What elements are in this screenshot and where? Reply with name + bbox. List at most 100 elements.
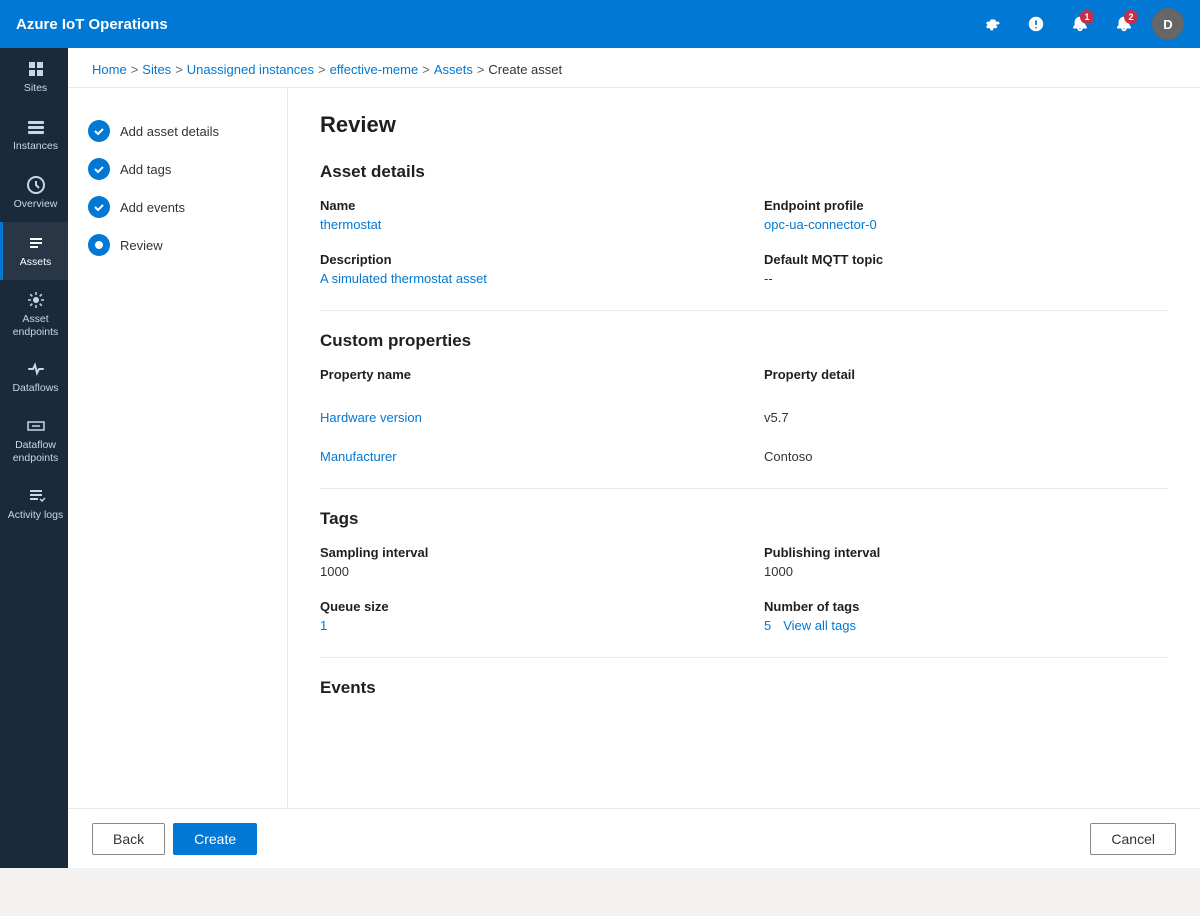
hardware-version-detail: v5.7 [764,410,1168,425]
publishing-interval-field: Publishing interval 1000 [764,545,1168,579]
sidebar-label-sites: Sites [24,82,47,95]
property-detail-col-header: Property detail [764,367,1168,382]
breadcrumb-home[interactable]: Home [92,62,127,77]
endpoint-profile-label: Endpoint profile [764,198,1168,213]
custom-property-row-1: Hardware version v5.7 [320,410,1168,425]
breadcrumb-sep-2: > [175,62,183,77]
breadcrumb-unassigned[interactable]: Unassigned instances [187,62,314,77]
property-name-col-header: Property name [320,367,724,382]
endpoint-profile-value: opc-ua-connector-0 [764,217,1168,232]
hardware-version-name: Hardware version [320,410,724,425]
topbar: Azure IoT Operations 1 2 D [0,0,1200,48]
publishing-interval-label: Publishing interval [764,545,1168,560]
breadcrumb-sep-1: > [131,62,139,77]
sidebar-label-activity-logs: Activity logs [8,509,63,522]
topbar-icons: 1 2 D [976,8,1184,40]
sidebar-item-assets[interactable]: Assets [0,222,68,280]
view-all-tags-link[interactable]: View all tags [783,618,856,633]
step-label-3: Add events [120,200,185,215]
app-title: Azure IoT Operations [16,16,976,33]
sidebar-item-sites[interactable]: Sites [0,48,68,106]
breadcrumb-sep-5: > [477,62,485,77]
tags-section-title: Tags [320,509,1168,529]
sidebar-item-dataflows[interactable]: Dataflows [0,348,68,406]
sidebar-item-activity-logs[interactable]: Activity logs [0,474,68,532]
breadcrumb-sep-4: > [422,62,430,77]
sidebar-label-assets: Assets [20,256,52,269]
breadcrumb-sites[interactable]: Sites [142,62,171,77]
name-value: thermostat [320,217,724,232]
queue-size-value: 1 [320,618,724,633]
breadcrumb-effective-meme[interactable]: effective-meme [330,62,419,77]
number-of-tags-row: 5 View all tags [764,618,1168,633]
mqtt-topic-field: Default MQTT topic -- [764,252,1168,286]
avatar[interactable]: D [1152,8,1184,40]
sidebar-label-instances: Instances [13,140,58,153]
back-button[interactable]: Back [92,823,165,855]
wizard-step-review[interactable]: Review [84,226,271,264]
custom-properties-section-title: Custom properties [320,331,1168,351]
create-button[interactable]: Create [173,823,257,855]
wizard-step-add-asset-details[interactable]: Add asset details [84,112,271,150]
main-wrapper: Home > Sites > Unassigned instances > ef… [68,48,1200,868]
footer: Back Create Cancel [68,808,1200,868]
sampling-interval-field: Sampling interval 1000 [320,545,724,579]
queue-size-field: Queue size 1 [320,599,724,633]
settings-button[interactable] [976,8,1008,40]
number-of-tags-value: 5 [764,618,771,633]
sidebar-label-asset-endpoints: Asset endpoints [7,313,64,338]
wizard-sidebar: Add asset details Add tags Add events Re… [68,88,288,868]
sidebar-label-overview: Overview [14,198,58,211]
notification1-badge: 1 [1080,10,1094,24]
description-value: A simulated thermostat asset [320,271,724,286]
sidebar-item-overview[interactable]: Overview [0,164,68,222]
asset-details-section-title: Asset details [320,162,1168,182]
sidebar-label-dataflows: Dataflows [12,382,58,395]
queue-size-label: Queue size [320,599,724,614]
review-title: Review [320,112,1168,138]
help-button[interactable] [1020,8,1052,40]
mqtt-topic-value: -- [764,271,1168,286]
custom-property-row-2: Manufacturer Contoso [320,449,1168,464]
breadcrumb-current: Create asset [488,62,562,77]
manufacturer-detail: Contoso [764,449,1168,464]
publishing-interval-value: 1000 [764,564,1168,579]
tags-grid: Sampling interval 1000 Publishing interv… [320,545,1168,633]
breadcrumb-sep-3: > [318,62,326,77]
manufacturer-name: Manufacturer [320,449,724,464]
review-panel: Review Asset details Name thermostat End… [288,88,1200,868]
sidebar-label-dataflow-endpoints: Dataflow endpoints [7,439,64,464]
breadcrumb-assets[interactable]: Assets [434,62,473,77]
notification2-badge: 2 [1124,10,1138,24]
content-area: Add asset details Add tags Add events Re… [68,88,1200,868]
number-of-tags-field: Number of tags 5 View all tags [764,599,1168,633]
sidebar-item-dataflow-endpoints[interactable]: Dataflow endpoints [0,406,68,474]
endpoint-profile-field: Endpoint profile opc-ua-connector-0 [764,198,1168,232]
divider-2 [320,488,1168,489]
wizard-step-add-tags[interactable]: Add tags [84,150,271,188]
number-of-tags-label: Number of tags [764,599,1168,614]
mqtt-topic-label: Default MQTT topic [764,252,1168,267]
description-field: Description A simulated thermostat asset [320,252,724,286]
sidebar-item-instances[interactable]: Instances [0,106,68,164]
custom-properties-header: Property name Property detail [320,367,1168,386]
step-circle-4 [88,234,110,256]
notification2-button[interactable]: 2 [1108,8,1140,40]
cancel-button[interactable]: Cancel [1090,823,1176,855]
sampling-interval-value: 1000 [320,564,724,579]
description-label: Description [320,252,724,267]
name-field: Name thermostat [320,198,724,232]
notification1-button[interactable]: 1 [1064,8,1096,40]
sidebar: Sites Instances Overview Assets Asset en… [0,48,68,868]
events-section-title: Events [320,678,1168,698]
sidebar-item-asset-endpoints[interactable]: Asset endpoints [0,280,68,348]
step-label-4: Review [120,238,163,253]
step-label-1: Add asset details [120,124,219,139]
step-circle-2 [88,158,110,180]
asset-details-grid: Name thermostat Endpoint profile opc-ua-… [320,198,1168,286]
wizard-step-add-events[interactable]: Add events [84,188,271,226]
sampling-interval-label: Sampling interval [320,545,724,560]
divider-1 [320,310,1168,311]
divider-3 [320,657,1168,658]
name-label: Name [320,198,724,213]
